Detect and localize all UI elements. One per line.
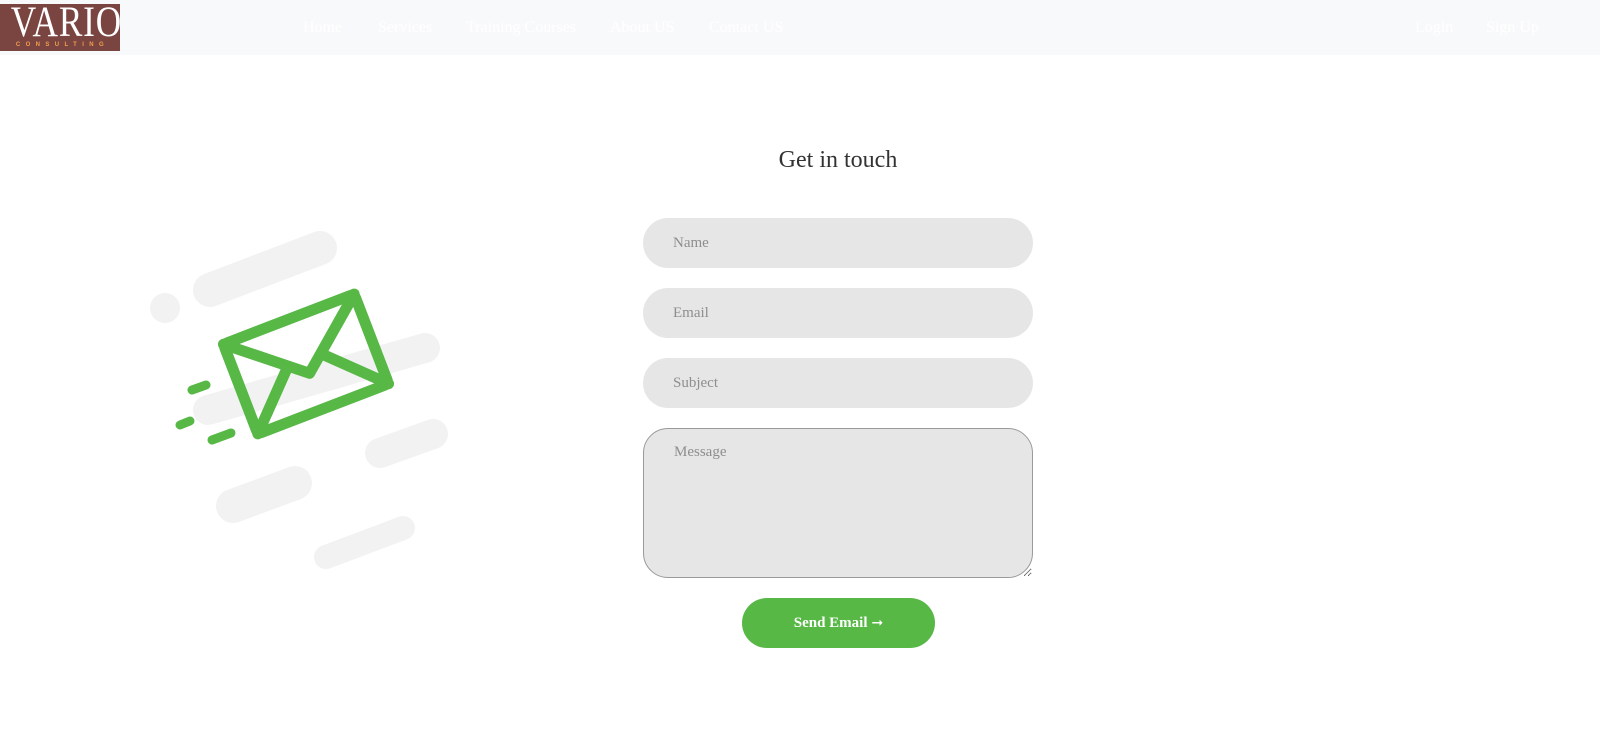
logo-wordmark: VARIO: [10, 4, 120, 46]
motion-dash: [175, 416, 195, 430]
nav-link-login[interactable]: Login: [1415, 18, 1453, 38]
nav-link-services[interactable]: Services: [378, 18, 432, 38]
motion-dash: [207, 428, 236, 445]
nav-link-sign-up[interactable]: Sign Up: [1486, 18, 1539, 38]
nav-link-training-courses[interactable]: Training Courses: [466, 18, 576, 38]
stripe: [193, 231, 337, 307]
arrow-right-icon: ➞: [871, 615, 884, 631]
vario-consulting-logo[interactable]: VARIO CONSULTING: [0, 4, 120, 51]
mail-illustration-graphic: [150, 231, 448, 569]
background-dot: [150, 293, 180, 323]
logo-subtitle: CONSULTING: [15, 42, 110, 48]
send-email-button[interactable]: Send Email ➞: [742, 598, 935, 648]
top-navbar: VARIO CONSULTING Home Services Training …: [0, 0, 1600, 55]
nav-link-about-us[interactable]: About US: [610, 18, 674, 38]
email-input[interactable]: [643, 288, 1033, 338]
stripe: [365, 419, 448, 468]
name-input[interactable]: [643, 218, 1033, 268]
subject-input[interactable]: [643, 358, 1033, 408]
motion-dash: [187, 380, 211, 395]
nav-link-contact-us[interactable]: Contact US: [709, 18, 783, 38]
stripe: [216, 466, 312, 523]
message-textarea[interactable]: [643, 428, 1033, 578]
form-title: Get in touch: [778, 147, 898, 173]
nav-link-home[interactable]: Home: [303, 18, 342, 38]
stripe: [314, 516, 415, 569]
contact-illustration: [140, 230, 450, 575]
send-email-label: Send Email: [793, 614, 868, 631]
